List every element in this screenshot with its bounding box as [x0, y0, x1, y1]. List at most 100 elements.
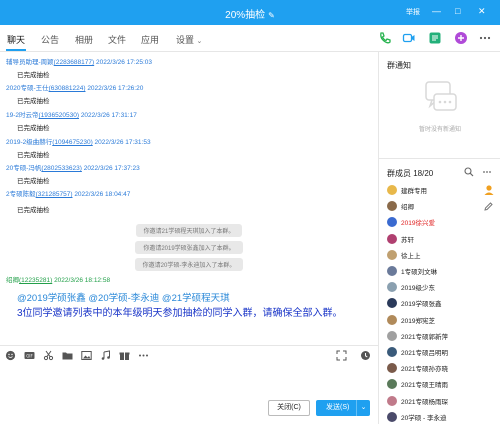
svg-text:GIF: GIF [26, 353, 33, 358]
gift-icon[interactable] [119, 350, 130, 361]
add-app-icon[interactable] [454, 31, 468, 45]
member-options-icon[interactable] [482, 167, 492, 177]
avatar[interactable] [387, 266, 397, 276]
message-text: 已完成抽检 [17, 207, 50, 214]
report-link[interactable]: 举报 [406, 7, 420, 17]
avatar[interactable] [387, 395, 397, 406]
sender-name[interactable]: 2020专硕-王仕 [6, 85, 49, 92]
tab-settings[interactable]: 设置 ⌄ [176, 33, 202, 46]
member-name: 绍卿 [401, 204, 414, 212]
member-item[interactable]: 苏轩 [387, 233, 414, 246]
notice-empty-text: 暂时没有新通知 [418, 127, 461, 133]
avatar[interactable] [387, 330, 397, 341]
screen-share-icon[interactable] [428, 31, 442, 45]
phone-icon[interactable] [378, 31, 392, 45]
video-call-icon[interactable] [402, 31, 416, 45]
avatar[interactable] [387, 185, 397, 195]
close-window-icon[interactable]: ✕ [478, 6, 486, 17]
sender-id[interactable]: (630881224) [49, 85, 86, 92]
right-panel: 群通知 暂时没有新通知 群成员 18/20 建群专用 绍卿 2019徐兴爱 苏轩 徐上上… [378, 52, 500, 424]
avatar[interactable] [387, 379, 397, 390]
avatar[interactable] [387, 314, 397, 325]
history-icon[interactable] [360, 350, 371, 361]
tab-settings-label: 设置 [176, 35, 195, 45]
sender-id[interactable]: (321285757) [36, 191, 73, 198]
image-icon[interactable] [81, 350, 92, 361]
sender-name[interactable]: 绍卿 [6, 277, 19, 284]
tab-files[interactable]: 文件 [108, 33, 126, 46]
sender-name[interactable]: 20专硕-冯帆 [6, 165, 41, 172]
member-item[interactable]: 徐上上 [387, 249, 421, 262]
sender-name[interactable]: 2专硕陈毅 [6, 191, 36, 198]
message-header: 20专硕-冯帆(2802533623) 2022/3/26 17:37:23 [6, 162, 140, 172]
member-item[interactable]: 绍卿 [387, 201, 414, 213]
avatar[interactable] [387, 347, 397, 357]
sender-name[interactable]: 2019-2级曲赫行 [6, 139, 52, 146]
member-item[interactable]: 2019学硕张鑫 [387, 298, 441, 310]
member-item[interactable]: 20学硕 - 李永迪 [387, 411, 447, 424]
edit-icon[interactable]: ✎ [268, 11, 275, 20]
sender-id[interactable]: (1094675230) [52, 139, 92, 146]
music-icon[interactable] [100, 350, 111, 361]
chat-history[interactable]: 辅导员助理-周颖(2283688177) 2022/3/26 17:25:03 … [0, 52, 378, 342]
maximize-icon[interactable]: □ [455, 6, 460, 16]
sender-name[interactable]: 19-2时云帝 [6, 112, 39, 119]
more-options-icon[interactable] [478, 31, 492, 45]
message-header: 2019-2级曲赫行(1094675230) 2022/3/26 17:31:5… [6, 136, 151, 146]
mention-list[interactable]: @2019学硕张鑫 @20学硕-李永迪 @21学硕程天琪 [17, 290, 230, 304]
avatar[interactable] [387, 282, 397, 293]
message-text: 已完成抽检 [17, 72, 50, 79]
close-button[interactable]: 关闭(C) [268, 400, 310, 416]
member-item[interactable]: 2019郑宪芝 [387, 314, 435, 327]
search-icon[interactable] [464, 167, 474, 177]
message-text: 已完成抽检 [17, 125, 50, 132]
sender-id[interactable]: (2283688177) [54, 59, 94, 66]
expand-icon[interactable] [336, 350, 347, 361]
sender-id[interactable]: (12235281) [19, 277, 52, 284]
system-note: 你邀请20学硕-李永迪加入了本群。 [0, 258, 378, 271]
member-item[interactable]: 2019级少东 [387, 282, 435, 294]
member-item[interactable]: 2021专硕杨雨琛 [387, 395, 448, 408]
member-name: 1专硕刘文琳 [401, 269, 438, 276]
group-name: 20%抽检 [225, 10, 266, 21]
avatar[interactable] [387, 201, 397, 212]
avatar[interactable] [387, 298, 397, 309]
emoji-icon[interactable] [5, 350, 16, 361]
more-tools-icon[interactable] [138, 350, 149, 361]
avatar[interactable] [387, 411, 397, 422]
sender-name[interactable]: 辅导员助理-周颖 [6, 59, 54, 66]
message-header: 19-2时云帝(1936520530) 2022/3/26 17:31:17 [6, 109, 137, 119]
send-button[interactable]: 发送(S) ⌄ [316, 400, 370, 416]
member-item[interactable]: 2019徐兴爱 [387, 217, 435, 229]
member-item[interactable]: 2021专硕王晴雨 [387, 379, 448, 391]
active-tab-indicator [6, 49, 26, 51]
send-button-label: 发送(S) [326, 404, 350, 411]
tab-announcement[interactable]: 公告 [41, 33, 59, 46]
tab-bar: 聊天 公告 相册 文件 应用 设置 ⌄ [0, 25, 500, 52]
avatar[interactable] [387, 363, 397, 374]
message-header: 2020专硕-王仕(630881224) 2022/3/26 17:26:20 [6, 82, 143, 92]
member-name: 20学硕 - 李永迪 [401, 414, 447, 422]
minimize-icon[interactable]: — [432, 6, 441, 16]
member-item[interactable]: 1专硕刘文琳 [387, 266, 437, 278]
member-item[interactable]: 2021专硕吕明明 [387, 347, 448, 359]
window-title: 20%抽检 ✎ [0, 6, 500, 21]
tab-chat[interactable]: 聊天 [7, 33, 25, 46]
folder-icon[interactable] [62, 350, 73, 361]
sender-id[interactable]: (2802533623) [41, 165, 81, 172]
gif-icon[interactable]: GIF [24, 350, 35, 361]
member-item[interactable]: 建群专用 [387, 185, 427, 197]
edit-member-icon[interactable] [483, 201, 494, 212]
send-options-chevron-icon[interactable]: ⌄ [356, 400, 370, 416]
avatar[interactable] [387, 233, 397, 244]
member-item[interactable]: 2021专硕孙亦晓 [387, 363, 448, 375]
tab-apps[interactable]: 应用 [141, 33, 159, 46]
member-name: 2019级少东 [401, 285, 435, 293]
avatar[interactable] [387, 249, 397, 260]
tab-album[interactable]: 相册 [75, 33, 93, 46]
scissors-icon[interactable] [43, 350, 54, 361]
avatar[interactable] [387, 217, 397, 228]
input-toolbar: GIF [0, 345, 378, 365]
sender-id[interactable]: (1936520530) [39, 112, 79, 119]
member-item[interactable]: 2021专硕郭新萍 [387, 330, 448, 343]
